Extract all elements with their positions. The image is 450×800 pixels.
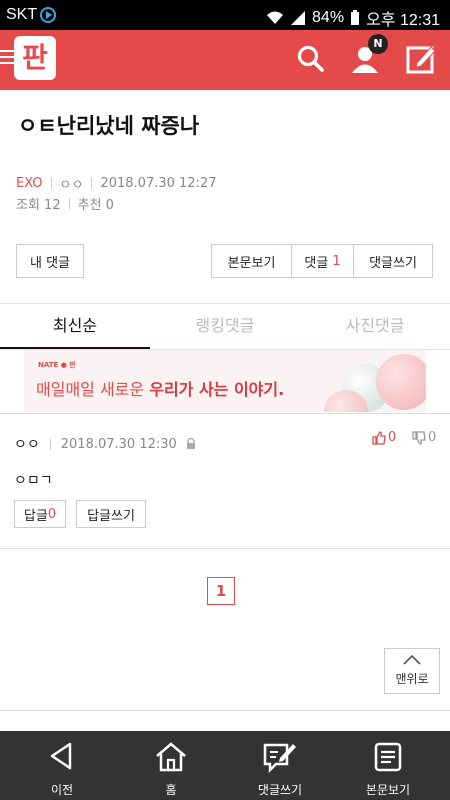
status-bar: SKT 84% 오후 12:31: [0, 0, 450, 30]
divider: [0, 413, 450, 414]
wifi-icon: [267, 11, 284, 24]
notification-badge: N: [368, 34, 388, 54]
ad-banner[interactable]: NATE ● 판 매일매일 새로운 우리가 사는 이야기.: [24, 350, 426, 412]
battery-icon: [351, 10, 360, 25]
back-to-top-label: 맨위로: [395, 672, 429, 686]
divider: [91, 178, 93, 189]
divider: [68, 198, 70, 209]
nav-write-comment-label: 댓글쓰기: [257, 783, 303, 797]
document-icon: [374, 742, 402, 772]
page-number-current[interactable]: 1: [207, 577, 235, 605]
signal-icon: [291, 11, 306, 25]
comments-label: 댓글: [304, 255, 329, 271]
comment-meta: ㅇㅇ 2018.07.30 12:30: [14, 434, 197, 454]
comments-count: 1: [332, 253, 341, 269]
post-meta: EXO ㅇㅇ 2018.07.30 12:27: [16, 174, 216, 193]
app-header: 판 N: [0, 30, 450, 90]
divider: [0, 548, 450, 549]
home-icon: [156, 742, 186, 772]
back-arrow-icon: [50, 742, 72, 770]
my-comments-button[interactable]: 내 댓글: [16, 244, 84, 278]
media-play-icon: [40, 7, 57, 23]
nav-home[interactable]: 홈: [115, 731, 227, 800]
write-reply-button[interactable]: 답글쓰기: [76, 500, 146, 528]
tab-ranking-comments[interactable]: 랭킹댓글: [150, 306, 300, 350]
balloon-graphic: [376, 354, 426, 410]
write-icon[interactable]: [406, 44, 436, 74]
back-to-top-button[interactable]: 맨위로: [384, 648, 440, 694]
reply-label: 답글: [23, 508, 48, 524]
carrier-label: SKT: [6, 6, 38, 23]
battery-percent: 84%: [312, 9, 345, 26]
write-comment-button[interactable]: 댓글쓰기: [353, 244, 433, 278]
tab-photo-comments[interactable]: 사진댓글: [300, 306, 450, 350]
nav-view-body-label: 본문보기: [365, 783, 411, 797]
comment-body: ㅇㅁㄱ: [14, 473, 53, 489]
comment-datetime: 2018.07.30 12:30: [60, 436, 177, 452]
ad-headline: 매일매일 새로운 우리가 사는 이야기.: [36, 376, 284, 400]
dislike-count: 0: [428, 430, 437, 445]
menu-icon[interactable]: [0, 50, 14, 66]
replies-button[interactable]: 답글 0: [14, 500, 66, 528]
post-author: ㅇㅇ: [59, 178, 84, 193]
like-button[interactable]: 0: [372, 430, 396, 445]
view-body-button[interactable]: 본문보기: [211, 244, 292, 278]
comments-button[interactable]: 댓글 1: [291, 244, 354, 278]
bottom-nav: 이전 홈 댓글쓰기 본문보기: [0, 731, 450, 800]
reply-count: 0: [47, 506, 57, 522]
divider: [50, 178, 52, 189]
nav-view-body[interactable]: 본문보기: [332, 731, 444, 800]
thumbs-up-icon: [372, 430, 386, 445]
report-icon[interactable]: [185, 438, 197, 450]
search-icon[interactable]: [296, 44, 326, 74]
post-category[interactable]: EXO: [16, 176, 43, 191]
recommend-count: 추천 0: [77, 198, 114, 213]
like-count: 0: [388, 430, 397, 445]
chevron-up-icon: [403, 654, 421, 665]
nav-write-comment[interactable]: 댓글쓰기: [224, 731, 336, 800]
pann-logo[interactable]: 판: [14, 36, 56, 80]
ad-brand: NATE ● 판: [38, 361, 76, 369]
post-datetime: 2018.07.30 12:27: [100, 176, 217, 191]
nav-home-label: 홈: [165, 783, 177, 797]
comment-author: ㅇㅇ: [14, 437, 40, 453]
dislike-button[interactable]: 0: [412, 430, 436, 445]
post-title: ㅇㅌ난리났네 짜증나: [18, 114, 200, 138]
post-stats: 조회 12 추천 0: [16, 194, 114, 213]
thumbs-down-icon: [412, 430, 426, 445]
comment-write-icon: [263, 743, 296, 774]
view-count: 조회 12: [16, 198, 61, 213]
ad-text-plain: 매일매일 새로운: [36, 380, 150, 399]
divider: [0, 303, 450, 304]
tab-latest[interactable]: 최신순: [0, 306, 150, 350]
nav-back-label: 이전: [50, 783, 74, 797]
clock: 오후 12:31: [366, 12, 440, 29]
divider: [0, 710, 450, 711]
ad-text-bold: 우리가 사는 이야기.: [149, 380, 285, 399]
nav-back[interactable]: 이전: [6, 731, 118, 800]
divider: [49, 438, 51, 450]
